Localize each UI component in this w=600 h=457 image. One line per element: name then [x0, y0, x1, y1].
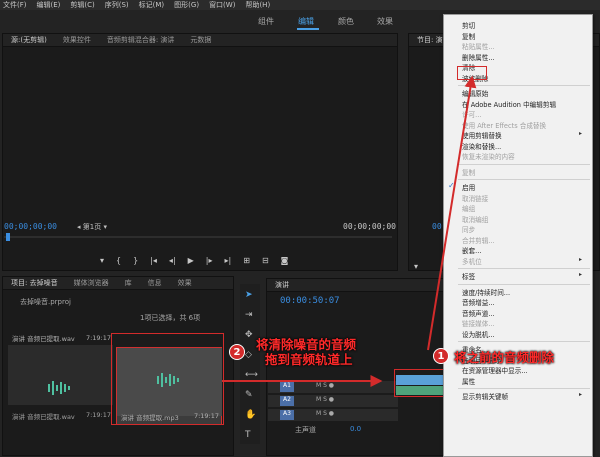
- step2-badge: 2: [229, 344, 245, 360]
- arrow-to-clear: [427, 75, 477, 351]
- step1-badge: 1: [433, 348, 449, 364]
- step2-text-line2: 拖到音频轨道上: [265, 352, 353, 367]
- premiere-window: 文件(F) 编辑(E) 剪辑(C) 序列(S) 标记(M) 图形(G) 窗口(W…: [0, 0, 600, 457]
- step1-text: 将之前的音频删除: [454, 350, 555, 365]
- annotation-arrows: [222, 75, 477, 387]
